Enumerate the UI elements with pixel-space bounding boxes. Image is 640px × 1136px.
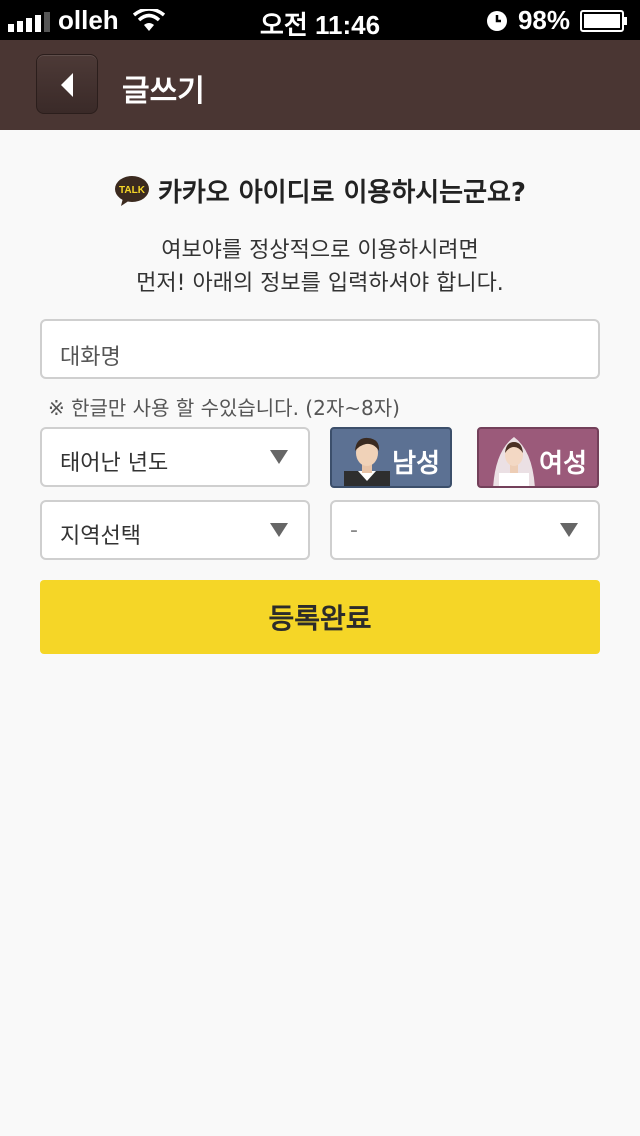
- caret-down-icon: [560, 523, 578, 537]
- battery-percent: 98%: [517, 5, 570, 35]
- nickname-hint: ※ 한글만 사용 할 수있습니다. (2자~8자): [48, 396, 400, 420]
- nickname-input[interactable]: 대화명: [40, 319, 600, 379]
- status-bar: olleh 오전 11:46 98%: [0, 0, 640, 40]
- caret-down-icon: [270, 523, 288, 537]
- clock-icon: [486, 10, 507, 31]
- female-avatar-icon: [493, 437, 535, 486]
- birth-year-select[interactable]: 태어난 년도: [40, 427, 310, 487]
- intro-line-2: 먼저! 아래의 정보를 입력하셔야 합니다.: [136, 271, 504, 296]
- kakaotalk-icon-text: TALK: [119, 185, 146, 196]
- submit-button[interactable]: 등록완료: [40, 580, 600, 654]
- gender-male-label: 남성: [392, 449, 440, 479]
- nav-bar: 글쓰기: [0, 40, 640, 130]
- subregion-select[interactable]: -: [330, 500, 600, 560]
- back-button[interactable]: [36, 54, 98, 114]
- caret-down-icon: [270, 450, 288, 464]
- heading-text: 카카오 아이디로 이용하시는군요?: [157, 178, 527, 208]
- kakaotalk-icon: TALK: [114, 175, 149, 206]
- subregion-label: -: [350, 518, 358, 543]
- gender-male-button[interactable]: 남성: [330, 427, 452, 488]
- gender-female-label: 여성: [539, 449, 587, 479]
- status-right: 98%: [486, 5, 628, 36]
- male-avatar-icon: [344, 437, 390, 486]
- nickname-placeholder: 대화명: [60, 345, 121, 370]
- heading: TALK 카카오 아이디로 이용하시는군요?: [0, 172, 640, 209]
- region-label: 지역선택: [60, 524, 141, 549]
- intro-line-1: 여보야를 정상적으로 이용하시려면: [161, 238, 479, 263]
- chevron-left-icon: [61, 73, 73, 97]
- region-select[interactable]: 지역선택: [40, 500, 310, 560]
- birth-year-label: 태어난 년도: [60, 451, 169, 476]
- gender-female-button[interactable]: 여성: [477, 427, 599, 488]
- battery-icon: [580, 9, 627, 32]
- page-title: 글쓰기: [122, 74, 205, 109]
